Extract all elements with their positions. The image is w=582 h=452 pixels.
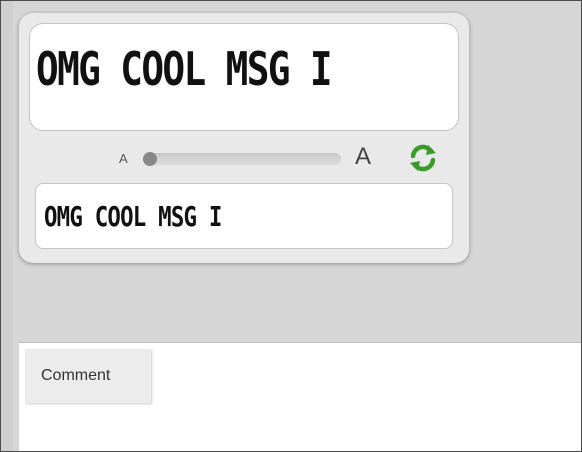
refresh-icon[interactable] — [407, 143, 439, 173]
large-size-label: A — [355, 143, 372, 170]
size-control-row: A A — [119, 143, 449, 173]
message-input-value: OMG COOL MSG I — [44, 200, 222, 233]
message-input[interactable]: OMG COOL MSG I — [35, 183, 453, 249]
left-edge — [1, 1, 13, 451]
comment-tab[interactable]: Comment — [25, 349, 151, 403]
size-slider[interactable] — [143, 152, 341, 166]
small-size-label: A — [119, 151, 128, 166]
preview-text: OMG COOL MSG I — [36, 42, 333, 96]
message-card: OMG COOL MSG I A A OMG COOL MSG I — [19, 13, 469, 263]
size-slider-thumb[interactable] — [143, 152, 157, 166]
app-window: OMG COOL MSG I A A OMG COOL MSG I Commen… — [0, 0, 582, 452]
message-preview: OMG COOL MSG I — [29, 23, 459, 131]
comment-tab-label: Comment — [41, 367, 111, 384]
